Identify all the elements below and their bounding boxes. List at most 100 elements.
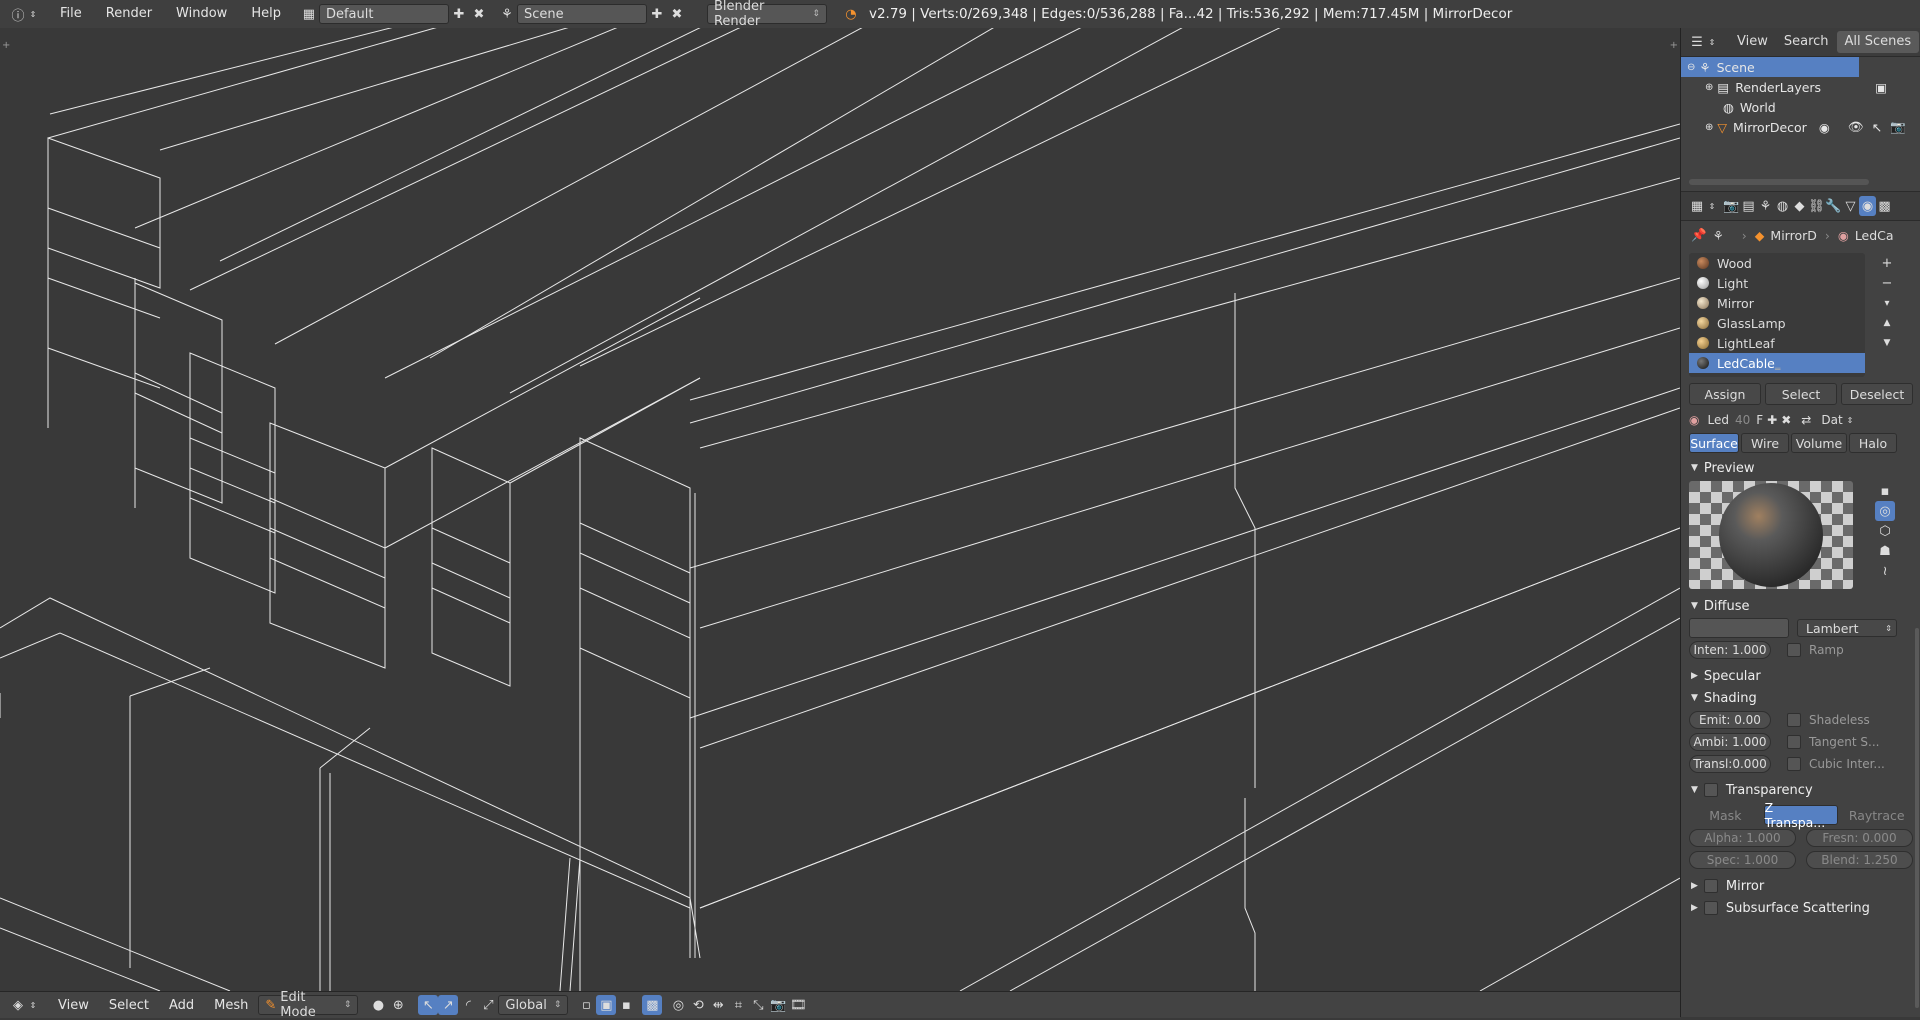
face-select-icon[interactable]: ▪	[616, 995, 636, 1015]
render-layers-tab-icon[interactable]: ▤	[1740, 196, 1757, 216]
overlay-icon[interactable]: ⤡	[748, 995, 768, 1015]
material-browse-icon[interactable]: ◉	[1689, 413, 1699, 427]
transform-orientation-dropdown[interactable]: Global ⇕	[498, 995, 569, 1015]
editor-dropdown-arrows-icon[interactable]: ⇕	[28, 995, 38, 1015]
add-layout-icon[interactable]: ✚	[449, 4, 469, 24]
proportional-edit-icon[interactable]: ◎	[668, 995, 688, 1015]
snap-element-icon[interactable]: ⇹	[708, 995, 728, 1015]
outliner-item-world[interactable]: ◍ World	[1681, 97, 1920, 117]
diffuse-intensity-field[interactable]: Inten: 1.000	[1689, 641, 1771, 659]
outliner-editor-icon[interactable]: ☰	[1687, 32, 1707, 52]
material-slot-light[interactable]: Light	[1689, 273, 1865, 293]
tab-surface[interactable]: Surface	[1689, 433, 1739, 453]
opengl-render-icon[interactable]: 📷	[768, 995, 788, 1015]
render-engine-dropdown[interactable]: Blender Render ⇕	[706, 0, 827, 29]
diffuse-color-swatch[interactable]	[1689, 618, 1789, 638]
add-slot-icon[interactable]: +	[1877, 253, 1897, 273]
tab-volume[interactable]: Volume	[1791, 433, 1847, 453]
menu-view[interactable]: View	[48, 998, 99, 1013]
constraints-tab-icon[interactable]: ⛓	[1808, 196, 1825, 216]
expand-icon[interactable]: ⊖	[1687, 62, 1695, 73]
limit-selection-icon[interactable]: ▩	[642, 995, 663, 1015]
preview-panel-header[interactable]: ▼ Preview	[1681, 457, 1920, 479]
outliner-item-scene[interactable]: ⊖ ⚘ Scene	[1681, 57, 1859, 77]
preview-cube-icon[interactable]: ⬡	[1875, 521, 1895, 541]
menu-render[interactable]: Render	[94, 0, 164, 28]
3d-view-editor-icon[interactable]: ◈	[8, 995, 28, 1015]
material-icon[interactable]: ◉	[1819, 120, 1830, 135]
tangent-checkbox[interactable]	[1787, 735, 1801, 750]
specular-panel-header[interactable]: ▶ Specular	[1681, 665, 1920, 687]
emit-field[interactable]: Emit: 0.00	[1689, 711, 1771, 729]
slot-specials-icon[interactable]: ▾	[1877, 293, 1897, 313]
editor-dropdown-arrows-icon[interactable]: ⇕	[28, 4, 38, 24]
preview-monkey-icon[interactable]: ☗	[1875, 541, 1895, 561]
preview-flat-icon[interactable]: ▪	[1875, 481, 1895, 501]
material-slot-lightleaf[interactable]: LightLeaf	[1689, 333, 1865, 353]
transparency-checkbox[interactable]	[1703, 783, 1718, 797]
camera-icon[interactable]: 📷	[1890, 119, 1906, 135]
outliner-tab-view[interactable]: View	[1729, 31, 1776, 53]
preview-sphere-icon[interactable]: ◎	[1875, 501, 1895, 521]
specular-alpha-field[interactable]: Spec: 1.000	[1689, 851, 1796, 869]
ambient-field[interactable]: Ambi: 1.000	[1689, 733, 1771, 751]
modifiers-tab-icon[interactable]: 🔧	[1825, 196, 1842, 216]
scene-dropdown[interactable]: Scene	[516, 4, 647, 24]
pin-icon[interactable]: 📌	[1691, 227, 1707, 243]
menu-add[interactable]: Add	[159, 998, 204, 1013]
fake-user-button[interactable]: F	[1756, 413, 1763, 427]
viewport-shading-icon[interactable]: ●	[368, 995, 388, 1015]
material-name-field[interactable]: Led	[1707, 413, 1728, 427]
cursor-icon[interactable]: ↖	[1872, 120, 1882, 135]
3d-viewport[interactable]: + +	[0, 28, 1680, 991]
info-editor-icon[interactable]: ⓘ	[8, 4, 28, 24]
menu-select[interactable]: Select	[99, 998, 159, 1013]
diffuse-panel-header[interactable]: ▼ Diffuse	[1681, 595, 1920, 617]
manipulator-scale-icon[interactable]: ⤢	[478, 995, 498, 1015]
pivot-point-icon[interactable]: ⊕	[388, 995, 408, 1015]
transparency-ztransp-button[interactable]: Z Transpa...	[1763, 800, 1839, 830]
transparency-raytrace-button[interactable]: Raytrace	[1840, 805, 1914, 825]
select-button[interactable]: Select	[1765, 383, 1837, 405]
deselect-button[interactable]: Deselect	[1841, 383, 1913, 405]
add-scene-icon[interactable]: ✚	[647, 4, 667, 24]
new-material-icon[interactable]: ✚	[1767, 413, 1777, 427]
unlink-icon[interactable]: ✖	[1781, 413, 1791, 427]
link-toggle-icon[interactable]: ⇄	[1801, 413, 1811, 427]
transparency-mask-button[interactable]: Mask	[1689, 805, 1762, 825]
shadeless-toggle[interactable]: Shadeless	[1787, 713, 1870, 728]
render-layer-icon[interactable]: ▣	[1875, 80, 1887, 95]
object-tab-icon[interactable]: ◆	[1791, 196, 1808, 216]
alpha-field[interactable]: Alpha: 1.000	[1689, 829, 1796, 847]
render-grid-icon[interactable]: ⌗	[728, 995, 748, 1015]
menu-help[interactable]: Help	[239, 0, 293, 28]
manipulator-translate-icon[interactable]: ↖	[418, 995, 439, 1015]
cubic-checkbox[interactable]	[1787, 757, 1801, 772]
outliner-scrollbar[interactable]	[1689, 179, 1869, 185]
world-tab-icon[interactable]: ◍	[1774, 196, 1791, 216]
shadeless-checkbox[interactable]	[1787, 713, 1801, 728]
remove-scene-icon[interactable]: ✖	[667, 4, 687, 24]
blend-field[interactable]: Blend: 1.250	[1806, 851, 1913, 869]
vertex-select-icon[interactable]: ▫	[576, 995, 596, 1015]
link-data-dropdown[interactable]: Dat	[1821, 413, 1842, 427]
opengl-anim-icon[interactable]: 🎞	[788, 995, 808, 1015]
list-resize-handle[interactable]: ═	[1775, 365, 1780, 375]
edge-select-icon[interactable]: ▣	[596, 995, 617, 1015]
layout-dropdown[interactable]: Default	[318, 4, 449, 24]
ramp-toggle[interactable]: Ramp	[1787, 643, 1844, 658]
properties-scrollbar[interactable]	[1915, 628, 1919, 1008]
cubic-interp-toggle[interactable]: Cubic Inter...	[1787, 757, 1885, 772]
eye-icon[interactable]: 👁	[1848, 119, 1864, 135]
menu-file[interactable]: File	[48, 0, 94, 28]
mode-dropdown[interactable]: ✎ Edit Mode ⇕	[258, 990, 359, 1020]
data-tab-icon[interactable]: ▽	[1842, 196, 1859, 216]
mirror-panel-header[interactable]: ▶ Mirror	[1681, 875, 1920, 897]
preview-hair-icon[interactable]: ≀	[1875, 561, 1895, 581]
material-slot-glasslamp[interactable]: GlassLamp	[1689, 313, 1865, 333]
shading-panel-header[interactable]: ▼ Shading	[1681, 687, 1920, 709]
translucency-field[interactable]: Transl:0.000	[1689, 755, 1771, 773]
render-tab-icon[interactable]: 📷	[1723, 196, 1740, 216]
remove-slot-icon[interactable]: −	[1877, 273, 1897, 293]
viewport-corner-plus-right[interactable]: +	[1670, 40, 1678, 51]
